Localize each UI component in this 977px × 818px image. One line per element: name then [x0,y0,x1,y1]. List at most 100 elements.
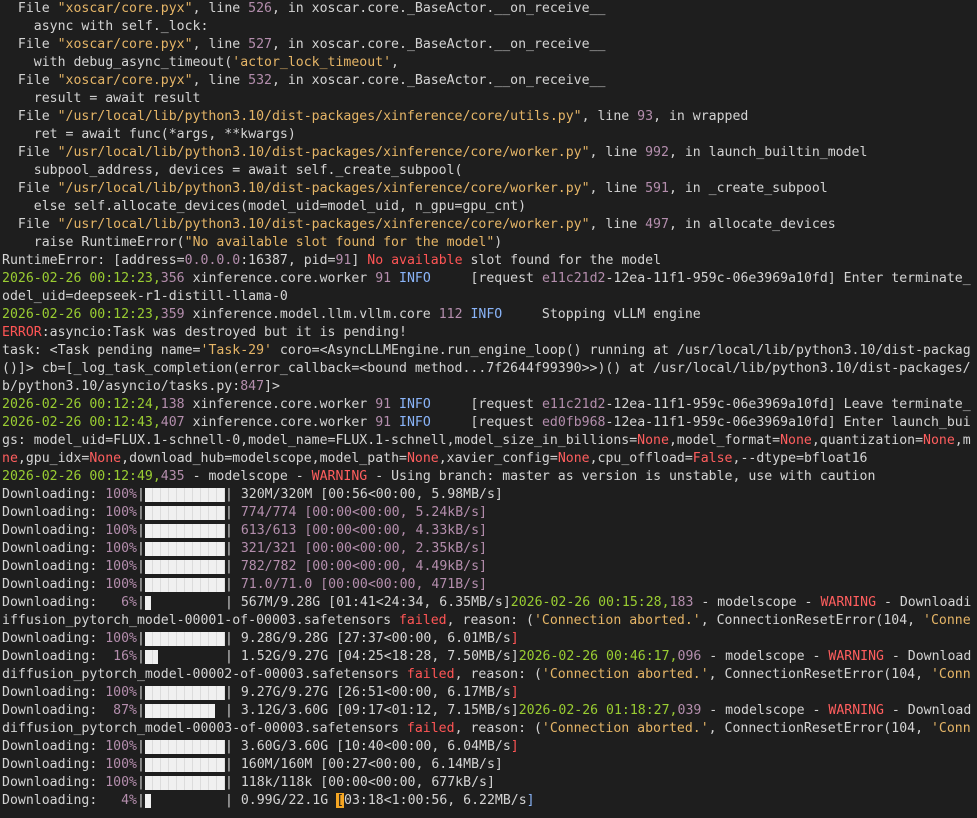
terminal-text: INFO [462,307,503,322]
terminal-line: 2026-02-26 00:12:43,407 xinference.core.… [0,414,977,432]
terminal-text: diffusion_pytorch_model-00003-of-00003.s… [2,721,407,736]
terminal-text: | [136,541,145,556]
terminal-line: Downloading: 100%| | 613/613 [00:00<00:00… [0,522,977,540]
terminal-text: | [136,739,145,754]
progress-bar-fill [144,686,225,700]
terminal-text: ERROR [2,325,42,340]
terminal-text: e11c21d2 [541,271,606,286]
progress-bar [144,578,225,594]
terminal-text: | 9.28G/9.28G [27:37<00:00, 6.01MB/s [224,631,511,646]
terminal-text: , [391,55,399,70]
terminal-output[interactable]: File "xoscar/core.pyx", line 526, in xos… [0,0,977,818]
terminal-text: 100% [105,523,137,538]
terminal-line: Downloading: 100%| | 71.0/71.0 [00:00<00:… [0,576,977,594]
terminal-text: , line [589,181,646,196]
terminal-text: ) [494,235,503,250]
terminal-text: e11c21d2 [541,397,606,412]
progress-bar [144,596,225,612]
terminal-text: File [2,73,58,88]
terminal-text: diffusion_pytorch_model-00002-of-00003.s… [2,667,407,682]
terminal-text: ] [510,685,519,700]
terminal-line: iffusion_pytorch_model-00001-of-00003.sa… [0,612,977,630]
terminal-line: File "xoscar/core.pyx", line 527, in xos… [0,36,977,54]
terminal-text: with debug_async_timeout( [2,55,233,70]
terminal-text: File [2,37,58,52]
terminal-text: iffusion_pytorch_model-00001-of-00003.sa… [2,613,399,628]
terminal-text: Stopping vLLM engine [502,307,701,322]
terminal-line: ERROR:asyncio:Task was destroyed but it … [0,324,977,342]
progress-bar-fill [144,488,225,502]
progress-bar [144,794,225,810]
terminal-text: , reason: ( [454,667,542,682]
terminal-line: task: <Task pending name='Task-29' coro=… [0,342,977,360]
terminal-text: task: <Task pending name= [2,343,201,358]
terminal-text: 527 [248,37,272,52]
terminal-text: 100% [105,757,137,772]
terminal-line: odel_uid=deepseek-r1-distill-llama-0 [0,288,977,306]
terminal-text: | [136,487,145,502]
terminal-line: Downloading: 87%| | 3.12G/3.60G [09:17<01… [0,702,977,720]
terminal-text: | 0.99G/22.1G [224,793,337,808]
terminal-text: | 118k/118k [00:00<00:00, 677kB/s] [224,775,495,790]
terminal-text: - modelscope - [184,469,312,484]
terminal-text: | 3.12G/3.60G [09:17<01:12, 7.15MB/s] [224,703,519,718]
terminal-line: 2026-02-26 00:12:49,435 - modelscope - W… [0,468,977,486]
terminal-text: Downloading: [2,523,106,538]
terminal-text: File [2,217,58,232]
terminal-text: ret = await func(*args, **kwargs) [2,127,296,142]
terminal-text: | 1.52G/9.27G [04:25<18:28, 7.50MB/s] [224,649,519,664]
terminal-text: result = await result [2,91,201,106]
terminal-text: 0.0.0.0 [184,253,241,268]
terminal-line: File "/usr/local/lib/python3.10/dist-pac… [0,108,977,126]
terminal-text: RuntimeError: [address= [2,253,185,268]
terminal-line: Downloading: 16%| | 1.52G/9.27G [04:25<18… [0,648,977,666]
terminal-text: "No available slot found for the model" [184,235,495,250]
terminal-text: ne [2,451,18,466]
terminal-text: 100% [105,505,137,520]
terminal-text: None [406,451,439,466]
terminal-text: None [780,433,812,448]
terminal-text: [request [430,415,542,430]
terminal-text: 91 [375,397,392,412]
terminal-text: ,gpu_idx= [17,451,90,466]
terminal-text: , line [589,145,646,160]
terminal-text: , in _create_subpool [668,181,828,196]
terminal-text: - Download [883,703,972,718]
terminal-text: - Using branch: master as version is uns… [367,469,876,484]
terminal-text: | [224,541,241,556]
terminal-line: gs: model_uid=FLUX.1-schnell-0,model_nam… [0,432,977,450]
terminal-text: , in xoscar.core._BaseActor.__on_receive… [271,73,606,88]
progress-bar-fill [144,776,225,790]
terminal-text: 096 [677,649,702,664]
progress-bar [144,686,225,702]
terminal-text: 100% [105,577,137,592]
terminal-text: 847 [240,379,265,394]
terminal-text: WARNING [820,595,877,610]
terminal-text: 782/782 [00:00<00:00, 4.49kB/s] [240,559,487,574]
terminal-text: , ConnectionResetError(104, [708,721,931,736]
terminal-line: diffusion_pytorch_model-00003-of-00003.s… [0,720,977,738]
progress-bar [144,776,225,792]
terminal-text: ,cpu_offload= [589,451,693,466]
terminal-line: Downloading: 100%| | 774/774 [00:00<00:00… [0,504,977,522]
terminal-text: "/usr/local/lib/python3.10/dist-packages… [57,109,582,124]
terminal-text: ed0fb968 [541,415,606,430]
terminal-text: , line [192,1,249,16]
terminal-text: None [89,451,122,466]
terminal-line: Downloading: 100%| | 321/321 [00:00<00:00… [0,540,977,558]
progress-bar [144,740,225,756]
terminal-text: 91 [375,415,392,430]
terminal-text: , in wrapped [653,109,749,124]
terminal-text: | [136,793,145,808]
terminal-text: 435 [160,469,185,484]
terminal-text: | [136,685,145,700]
terminal-line: diffusion_pytorch_model-00002-of-00003.s… [0,666,977,684]
terminal-text: else self.allocate_devices(model_uid=mod… [2,199,527,214]
terminal-text: Downloading: [2,595,122,610]
terminal-text: ] [510,631,519,646]
terminal-text: 100% [105,739,137,754]
terminal-text: 2026-02-26 00:46:17, [518,649,678,664]
progress-bar-fill [144,596,151,610]
terminal-text: 'Task-29' [200,343,272,358]
terminal-text: slot found for the model [462,253,662,268]
